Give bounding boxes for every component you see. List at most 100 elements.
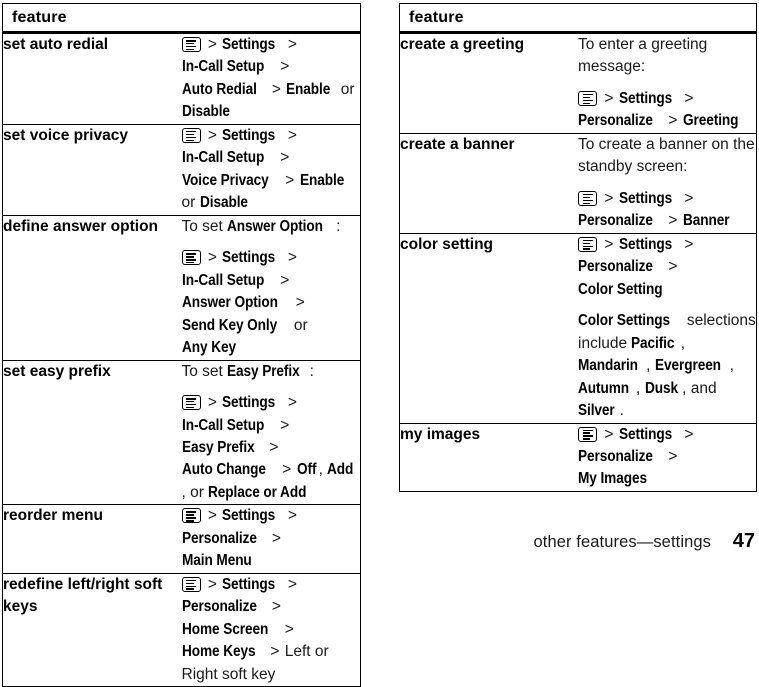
body-text: , [635,379,641,397]
feature-name-cell: create a banner [400,132,578,234]
feature-table-right: feature create a greeting To enter a gree… [399,3,757,492]
feature-path-cell: > Settings > Personalize > Color Setting… [578,232,756,423]
table-row: create a greeting To enter a greeting mes… [400,33,756,134]
path-separator: > [271,598,281,616]
body-text: To set [181,217,223,235]
menu-path-item: Silver [578,402,615,420]
path-separator: > [285,171,295,189]
menu-path-item: Disable [199,194,248,212]
path-separator: > [287,507,297,525]
path-paragraph: > Settings > In-Call Setup > Auto Redial… [181,34,361,124]
table-row: set auto redial > Settings > In-Call Set… [3,33,360,125]
path-separator: > [287,249,297,267]
menu-path-item: Add [327,461,354,479]
path-separator: > [668,258,678,276]
feature-table-right-grid: feature create a greeting To enter a gree… [400,4,756,491]
path-paragraph: To enter a greeting message: [578,34,756,79]
path-paragraph: > Settings > Personalize > Banner [578,188,756,233]
menu-path-item: Settings [618,89,672,107]
feature-path-cell: To set Easy Prefix: > Settings > In-Call… [181,359,361,505]
path-paragraph: > Settings > Personalize > Greeting [578,88,756,133]
body-text: To create a banner on the standby screen… [578,135,755,176]
menu-path-item: Off [296,461,317,479]
menu-path-item: Banner [682,212,730,230]
path-separator: > [287,394,297,412]
feature-name-cell: create a greeting [400,36,525,53]
menu-path-item: Personalize [578,112,653,130]
body-text: , [680,334,686,352]
menu-path-item: In-Call Setup [181,416,264,434]
path-paragraph: > Settings > Personalize > Color Setting [578,234,756,301]
feature-name-cell: set easy prefix [3,359,182,505]
body-text: , [181,483,186,501]
menu-key-icon [181,395,201,411]
menu-path-item: Settings [222,507,276,525]
feature-path-cell: To create a banner on the standby screen… [578,132,756,234]
path-separator: > [280,416,290,434]
path-separator: > [270,643,280,661]
menu-path-item: Auto Redial [181,80,257,98]
menu-path-item: Settings [618,425,672,443]
path-separator: > [684,89,694,107]
body-text: or [190,483,204,501]
feature-table-left-grid: feature set auto redial > Settings > In-… [3,4,361,687]
path-separator: > [280,271,290,289]
menu-path-item: Enable [299,171,344,189]
path-separator: > [604,235,614,253]
path-separator: > [207,126,217,144]
table-row: define answer option To set Answer Option… [3,214,361,361]
table-head: feature [3,4,360,34]
path-paragraph: To create a banner on the standby screen… [578,134,756,179]
column-header-feature: feature [3,4,360,34]
body-text: and [690,379,717,397]
path-separator: > [207,575,217,593]
menu-path-item: Home Keys [181,643,256,661]
menu-path-item: Personalize [578,212,653,230]
path-paragraph: > Settings > In-Call Setup > Answer Opti… [181,247,361,359]
path-separator: > [280,149,290,167]
path-separator: > [684,189,694,207]
menu-path-item: Autumn [578,379,629,397]
path-separator: > [684,425,694,443]
menu-path-item: Pacific [631,334,675,352]
path-separator: > [282,461,292,479]
path-separator: > [604,425,614,443]
table-row: my images > Settings > Personalize > My … [400,422,756,491]
menu-path-item: Mandarin [578,357,638,375]
feature-path-cell: > Settings > Personalize > Home Screen >… [181,572,360,687]
body-text: , [318,461,323,479]
body-text: To set [181,362,223,380]
body-text: or [181,194,196,212]
path-separator: > [668,212,678,230]
feature-name-cell: color setting [400,232,578,423]
menu-key-icon [578,426,597,442]
path-separator: > [668,447,678,465]
menu-path-item: Color Setting [578,280,663,298]
feature-name-cell: my images [400,422,578,491]
menu-path-item: Any Key [181,339,236,357]
menu-key-icon [578,236,597,252]
table-body: create a greeting To enter a greeting mes… [400,33,756,491]
body-text: or [293,316,308,334]
menu-path-item: Evergreen [654,357,721,375]
table-row: color setting > Settings > Personalize >… [400,232,756,423]
menu-path-item: Disable [181,103,230,121]
feature-path-cell: > Settings > Personalize > My Images [578,422,756,491]
table-row: create a banner To create a banner on the… [400,132,756,234]
menu-path-item: Auto Change [181,461,266,479]
path-paragraph: > Settings > In-Call Setup > Voice Priva… [181,125,361,215]
menu-path-item: Send Key Only [181,316,277,334]
path-separator: > [684,235,694,253]
path-separator: > [207,249,217,267]
menu-key-icon [578,90,597,106]
body-text: To enter a greeting message: [578,36,708,76]
menu-key-icon [181,250,201,266]
path-paragraph: To set Easy Prefix: [182,361,361,383]
path-paragraph: Color Settings selections include Pacifi… [578,310,756,422]
path-separator: > [287,126,297,144]
feature-path-cell: To enter a greeting message: > Settings … [578,33,756,134]
menu-path-item: Settings [222,126,276,144]
path-separator: > [287,575,297,593]
feature-path-cell: > Settings > In-Call Setup > Voice Priva… [181,123,361,216]
menu-path-item: Easy Prefix [227,362,300,380]
